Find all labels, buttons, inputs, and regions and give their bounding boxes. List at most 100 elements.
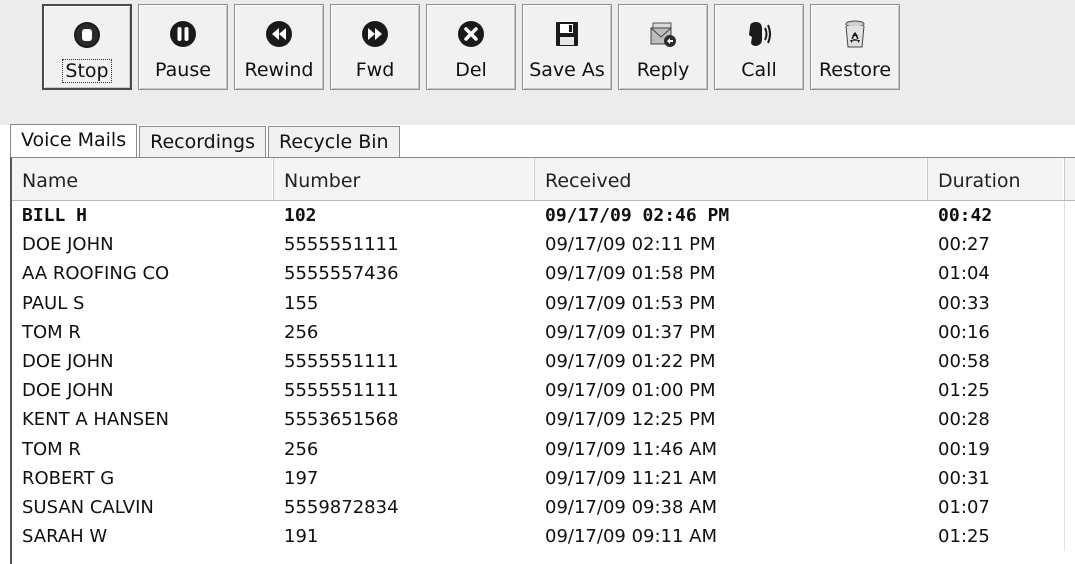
reply-button[interactable]: Reply [618, 4, 708, 90]
floppy-disk-icon [556, 22, 578, 46]
cell-received: 09/17/09 01:22 PM [545, 350, 716, 372]
cell-name: TOM R [22, 438, 81, 460]
cell-name: ROBERT G [22, 467, 115, 489]
tab-recycle-bin[interactable]: Recycle Bin [268, 126, 400, 157]
cell-number: 5553651568 [284, 409, 399, 431]
rewind-icon [266, 21, 292, 47]
cell-received: 09/17/09 09:38 AM [545, 496, 718, 518]
tab-strip: Voice Mails Recordings Recycle Bin [10, 124, 402, 157]
table-row[interactable]: SUSAN CALVIN 5559872834 09/17/09 09:38 AM 0… [12, 492, 1075, 523]
cell-name: SARAH W [22, 526, 108, 548]
cell-received: 09/17/09 02:46 PM [545, 205, 730, 226]
cell-name: TOM R [22, 321, 81, 343]
save-as-button[interactable]: Save As [522, 4, 612, 90]
table-row[interactable]: DOE JOHN 5555551111 09/17/09 02:11 PM 00:27 [12, 230, 1075, 260]
cell-name: DOE JOHN [22, 234, 114, 256]
cell-duration: 01:25 [928, 376, 1065, 406]
cell-name: BILL H [22, 205, 88, 226]
cell-name: AA ROOFING CO [22, 263, 170, 285]
delete-button[interactable]: Del [426, 4, 516, 90]
tab-recordings[interactable]: Recordings [139, 126, 267, 157]
cell-received: 09/17/09 01:00 PM [545, 380, 716, 402]
toolbar: Stop Pause Rewind Fwd Del Save As Reply … [42, 4, 906, 90]
table-row[interactable]: PAUL S 155 09/17/09 01:53 PM 00:33 [12, 288, 1075, 318]
table-body: BILL H 102 09/17/09 02:46 PM 00:42 DOE JOHN 5… [12, 201, 1075, 552]
cell-received: 09/17/09 01:58 PM [545, 263, 716, 285]
cell-received: 09/17/09 11:21 AM [545, 467, 718, 489]
cell-number: 256 [284, 321, 319, 343]
table-row[interactable]: AA ROOFING CO 5555557436 09/17/09 01:58 PM… [12, 259, 1075, 289]
cell-duration: 01:25 [928, 522, 1065, 552]
pause-label: Pause [155, 59, 211, 81]
message-table: Name Number Received Duration BILL H 102 0… [10, 157, 1075, 564]
restore-button[interactable]: Restore [810, 4, 900, 90]
table-header: Name Number Received Duration [12, 158, 1075, 201]
recycle-bin-icon [845, 20, 865, 48]
pause-button[interactable]: Pause [138, 4, 228, 90]
cell-number: 256 [284, 438, 319, 460]
stop-icon [74, 22, 100, 48]
cell-duration: 00:28 [928, 405, 1065, 435]
cell-duration: 00:31 [928, 463, 1065, 493]
cell-duration: 01:07 [928, 492, 1065, 523]
table-row[interactable]: ROBERT G 197 09/17/09 11:21 AM 00:31 [12, 463, 1075, 493]
cell-name: PAUL S [22, 292, 85, 314]
cell-duration: 00:58 [928, 346, 1065, 377]
table-row[interactable]: TOM R 256 09/17/09 11:46 AM 00:19 [12, 434, 1075, 464]
cell-received: 09/17/09 02:11 PM [545, 234, 716, 256]
reply-envelope-icon [650, 22, 676, 47]
tab-voice-mails[interactable]: Voice Mails [10, 124, 138, 157]
cell-name: SUSAN CALVIN [22, 496, 154, 518]
forward-label: Fwd [355, 59, 395, 81]
rewind-label: Rewind [244, 59, 314, 81]
cell-duration: 00:42 [928, 201, 1065, 231]
call-head-icon [749, 22, 771, 46]
pause-icon [170, 21, 196, 47]
cell-number: 191 [284, 526, 319, 548]
stop-label: Stop [62, 59, 112, 83]
cell-received: 09/17/09 12:25 PM [545, 409, 716, 431]
save-as-label: Save As [529, 59, 605, 81]
table-row[interactable]: KENT A HANSEN 5553651568 09/17/09 12:25 PM… [12, 405, 1075, 435]
table-row[interactable]: SARAH W 191 09/17/09 09:11 AM 01:25 [12, 522, 1075, 552]
cell-number: 155 [284, 292, 319, 314]
column-header-name[interactable]: Name [12, 158, 274, 200]
column-header-duration[interactable]: Duration [928, 158, 1065, 200]
table-row[interactable]: DOE JOHN 5555551111 09/17/09 01:22 PM 00:58 [12, 346, 1075, 377]
cell-received: 09/17/09 11:46 AM [545, 438, 718, 460]
cell-duration: 00:33 [928, 288, 1065, 318]
cell-duration: 01:04 [928, 259, 1065, 289]
cell-received: 09/17/09 01:37 PM [545, 321, 716, 343]
cell-received: 09/17/09 01:53 PM [545, 292, 716, 314]
cell-received: 09/17/09 09:11 AM [545, 526, 718, 548]
column-header-received[interactable]: Received [535, 158, 928, 200]
cell-name: KENT A HANSEN [22, 409, 169, 431]
cell-number: 5555551111 [284, 350, 399, 372]
cell-number: 5555551111 [284, 380, 399, 402]
cell-number: 5555557436 [284, 263, 399, 285]
column-header-number[interactable]: Number [274, 158, 535, 200]
forward-icon [362, 21, 388, 47]
delete-label: Del [455, 59, 487, 81]
cell-number: 5559872834 [284, 496, 399, 518]
reply-label: Reply [636, 59, 690, 81]
forward-button[interactable]: Fwd [330, 4, 420, 90]
cell-duration: 00:19 [928, 434, 1065, 464]
table-row[interactable]: BILL H 102 09/17/09 02:46 PM 00:42 [12, 201, 1075, 231]
table-row[interactable]: TOM R 256 09/17/09 01:37 PM 00:16 [12, 317, 1075, 347]
rewind-button[interactable]: Rewind [234, 4, 324, 90]
cell-name: DOE JOHN [22, 350, 114, 372]
stop-button[interactable]: Stop [42, 4, 132, 90]
cell-name: DOE JOHN [22, 380, 114, 402]
toolbar-area: Stop Pause Rewind Fwd Del Save As Reply … [0, 0, 1075, 125]
voicemail-window: Stop Pause Rewind Fwd Del Save As Reply … [0, 0, 1075, 564]
cell-duration: 00:16 [928, 317, 1065, 347]
cell-number: 102 [284, 205, 317, 226]
call-button[interactable]: Call [714, 4, 804, 90]
table-row[interactable]: DOE JOHN 5555551111 09/17/09 01:00 PM 01:25 [12, 376, 1075, 406]
restore-label: Restore [818, 59, 892, 81]
call-label: Call [741, 59, 777, 81]
delete-icon [458, 21, 484, 47]
cell-duration: 00:27 [928, 230, 1065, 260]
cell-number: 197 [284, 467, 319, 489]
